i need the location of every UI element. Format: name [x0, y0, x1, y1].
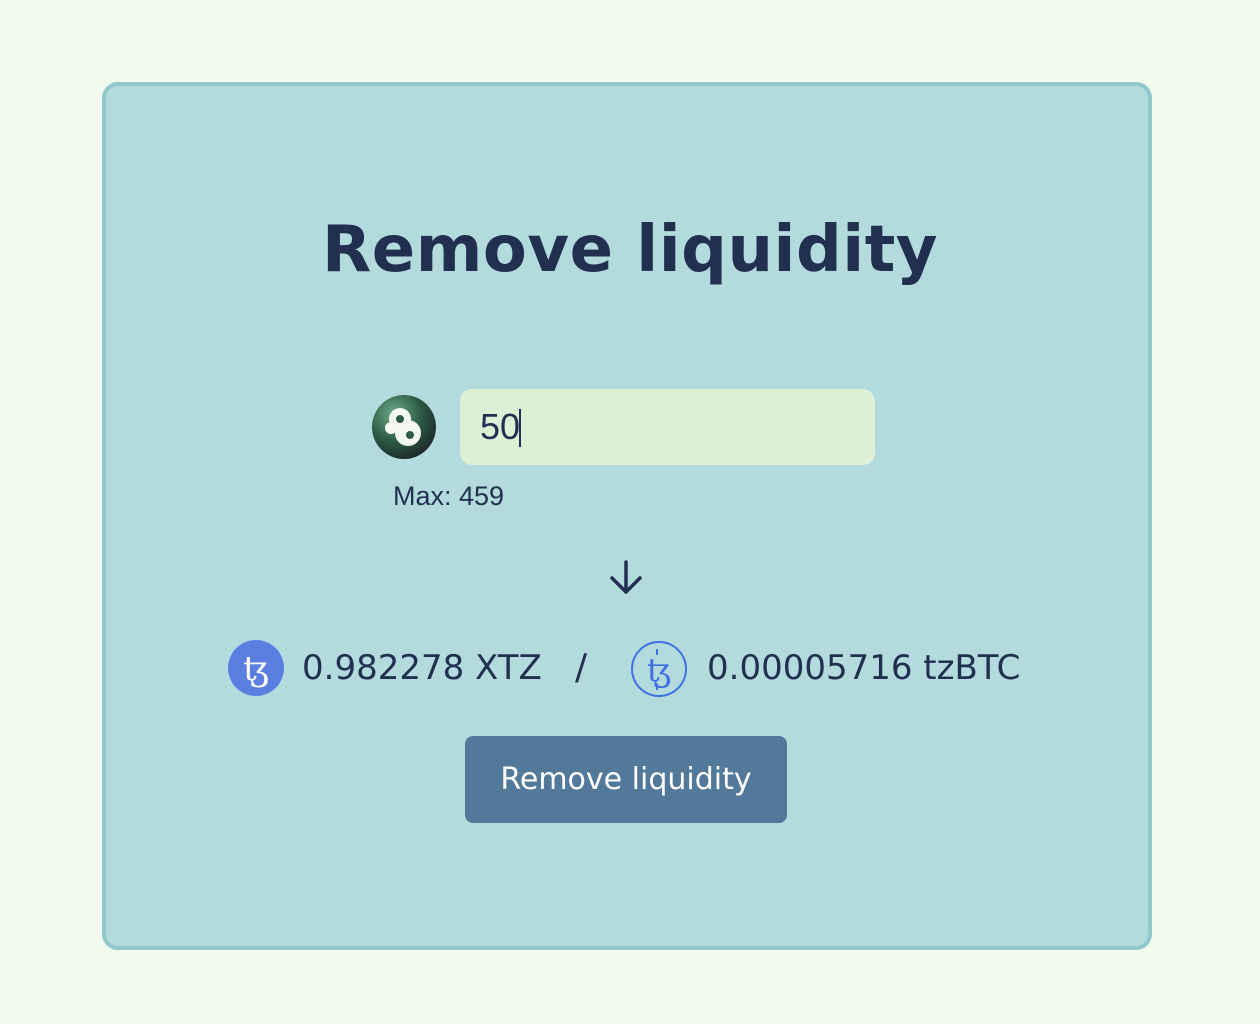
- svg-text:ꜩ: ꜩ: [647, 651, 671, 689]
- tzbtc-icon: ꜩ: [630, 640, 688, 698]
- xtz-amount: 0.982278 XTZ: [302, 648, 542, 688]
- lp-token-icon: [372, 395, 436, 459]
- liquidity-amount-input[interactable]: [460, 389, 875, 465]
- arrow-down-icon: [608, 558, 644, 598]
- amount-separator: /: [575, 647, 588, 688]
- text-caret: [519, 409, 521, 447]
- remove-liquidity-button[interactable]: Remove liquidity: [465, 736, 787, 823]
- max-amount-label: Max: 459: [393, 481, 505, 511]
- tezos-xtz-icon: ꜩ: [228, 640, 284, 696]
- tzbtc-amount: 0.00005716 tzBTC: [707, 648, 1021, 688]
- svg-text:ꜩ: ꜩ: [243, 649, 269, 689]
- page-title: Remove liquidity: [322, 213, 938, 287]
